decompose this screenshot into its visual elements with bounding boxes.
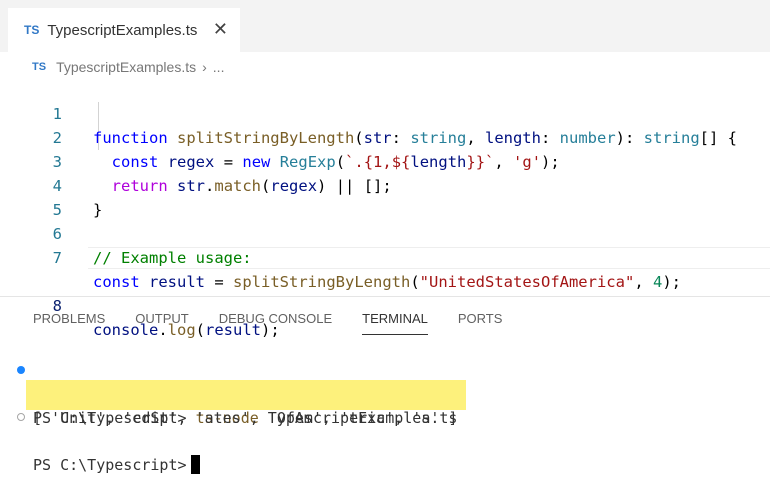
tab-debug-console[interactable]: DEBUG CONSOLE: [219, 311, 332, 335]
panel-tab-bar: PROBLEMS OUTPUT DEBUG CONSOLE TERMINAL P…: [33, 311, 532, 335]
code-line: 3 return str.match(regex) || [];: [0, 126, 770, 195]
terminal-prompt-line[interactable]: PS C:\Typescript>: [0, 405, 770, 474]
code-line: 2 const regex = new RegExp(`.{1,${length…: [0, 102, 770, 171]
tab-output[interactable]: OUTPUT: [135, 311, 188, 335]
tab-ports[interactable]: PORTS: [458, 311, 503, 335]
terminal-text: PS C:\Typescript>: [33, 453, 200, 477]
tab-label: TypescriptExamples.ts: [47, 21, 198, 39]
code-line: 7 const result = splitStringByLength("Un…: [0, 222, 770, 291]
panel-divider: [0, 296, 770, 297]
terminal-output-line: [ 'Unit', 'edSt', 'ates', 'OfAm', 'eric'…: [0, 382, 770, 427]
code-line: 4 }: [0, 150, 770, 219]
typescript-file-icon: TS: [24, 23, 40, 37]
code-line: 6 // Example usage:: [0, 198, 770, 267]
tab-terminal[interactable]: TERMINAL: [362, 311, 428, 335]
close-icon[interactable]: ✕: [213, 19, 228, 40]
code-editor[interactable]: 1 function splitStringByLength(str: stri…: [0, 78, 770, 339]
editor-tab-typescript-examples[interactable]: TS TypescriptExamples.ts ✕: [8, 8, 240, 52]
typescript-file-icon: TS: [32, 61, 47, 73]
editor-tab-bar: TS TypescriptExamples.ts ✕: [0, 0, 770, 52]
current-line-highlight: [88, 247, 770, 269]
breadcrumb: TS TypescriptExamples.ts › ...: [32, 58, 224, 76]
code-line-current: 8 console.log(result);: [0, 246, 770, 339]
terminal-command-line: PS C:\Typescript> ts-node TypescriptExam…: [0, 358, 770, 427]
code-text: const result = splitStringByLength("Unit…: [93, 273, 681, 291]
code-line: 1 function splitStringByLength(str: stri…: [0, 78, 770, 147]
command-success-icon[interactable]: [17, 366, 25, 374]
tab-problems[interactable]: PROBLEMS: [33, 311, 105, 335]
chevron-right-icon: ›: [202, 59, 207, 75]
breadcrumb-file[interactable]: TypescriptExamples.ts: [56, 59, 196, 75]
breadcrumb-more[interactable]: ...: [213, 59, 225, 75]
code-line: 5: [0, 174, 770, 219]
terminal-cursor: [190, 455, 200, 474]
command-pending-icon: [17, 413, 25, 421]
